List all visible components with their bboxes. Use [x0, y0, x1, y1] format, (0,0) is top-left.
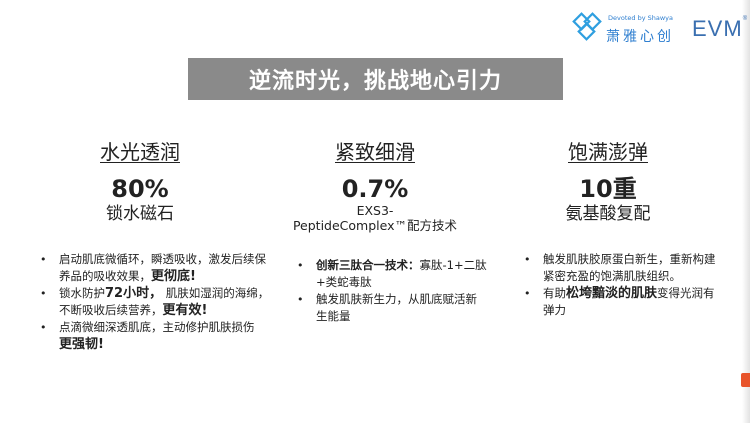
bullet-list-3: • 触发肌肤胶原蛋白新生，重新构建紧密充盈的饱满肌肤组织。 • 有助松垮黯淡的肌…: [524, 251, 724, 319]
bullet-icon: •: [524, 253, 531, 266]
list-item: • 锁水防护72小时， 肌肤如湿润的海绵，不断吸收后续营养，更有效!: [40, 286, 270, 318]
column-subtitle-line2: PeptideComplex™配方技术: [292, 218, 458, 233]
list-item: • 触发肌肤胶原蛋白新生，重新构建紧密充盈的饱满肌肤组织。: [524, 252, 716, 283]
title-banner: 逆流时光，挑战地心引力: [188, 58, 563, 100]
bullet-list-2: • 创新三肽合一技术：寡肽-1+二肽+类蛇毒肽 • 触发肌肤新生力，从肌底赋活新…: [297, 257, 487, 325]
list-item: • 有助松垮黯淡的肌肤变得光润有弹力: [524, 286, 715, 317]
bullet-icon: •: [524, 287, 531, 300]
slide-edge-shade: [742, 0, 750, 423]
feature-column-2: 紧致细滑 0.7% EXS3- PeptideComplex™配方技术: [290, 136, 460, 233]
feature-column-1: 水光透润 80% 锁水磁石: [60, 136, 220, 225]
column-subtitle-line1: EXS3-: [356, 203, 394, 218]
column-subtitle: 氨基酸复配: [565, 204, 651, 224]
list-item: • 点滴微细深透肌底，主动修护肌肤损伤 更强韧!: [40, 320, 255, 352]
bullet-icon: •: [40, 321, 47, 334]
column-figure: 10重: [579, 175, 637, 203]
feature-column-3: 饱满澎弹 10重 氨基酸复配: [528, 136, 688, 225]
corner-tab-icon[interactable]: [741, 373, 750, 387]
brand-logo-icon: [572, 12, 602, 41]
bullet-icon: •: [40, 287, 47, 300]
column-heading: 紧致细滑: [335, 140, 415, 164]
bullet-list-1: • 启动肌底微循环，瞬透吸收，激发后续保养品的吸收效果，更彻底! • 锁水防护7…: [40, 251, 270, 353]
brand-logo: Devoted by Shawya 萧雅心创: [572, 12, 682, 48]
brand-logo-cn: 萧雅心创: [606, 29, 674, 45]
column-heading: 水光透润: [100, 140, 180, 164]
brand-logo-en: Devoted by Shawya: [608, 14, 673, 22]
column-subtitle: 锁水磁石: [106, 204, 174, 224]
column-figure: 80%: [111, 175, 169, 203]
list-item: • 启动肌底微循环，瞬透吸收，激发后续保养品的吸收效果，更彻底!: [40, 252, 266, 284]
list-item: • 触发肌肤新生力，从肌底赋活新生能量: [297, 292, 477, 323]
evm-logo-text: EVM: [692, 16, 743, 41]
evm-logo: EVM®: [692, 16, 748, 42]
slide: Devoted by Shawya 萧雅心创 EVM® 逆流时光，挑战地心引力 …: [0, 0, 750, 423]
bullet-icon: •: [40, 253, 47, 266]
page-title: 逆流时光，挑战地心引力: [248, 69, 502, 94]
bullet-icon: •: [297, 259, 304, 272]
column-heading: 饱满澎弹: [568, 140, 648, 164]
column-figure: 0.7%: [341, 175, 409, 203]
list-item: • 创新三肽合一技术：寡肽-1+二肽+类蛇毒肽: [297, 258, 487, 289]
bullet-icon: •: [297, 293, 304, 306]
registered-mark-icon: ®: [742, 16, 749, 22]
